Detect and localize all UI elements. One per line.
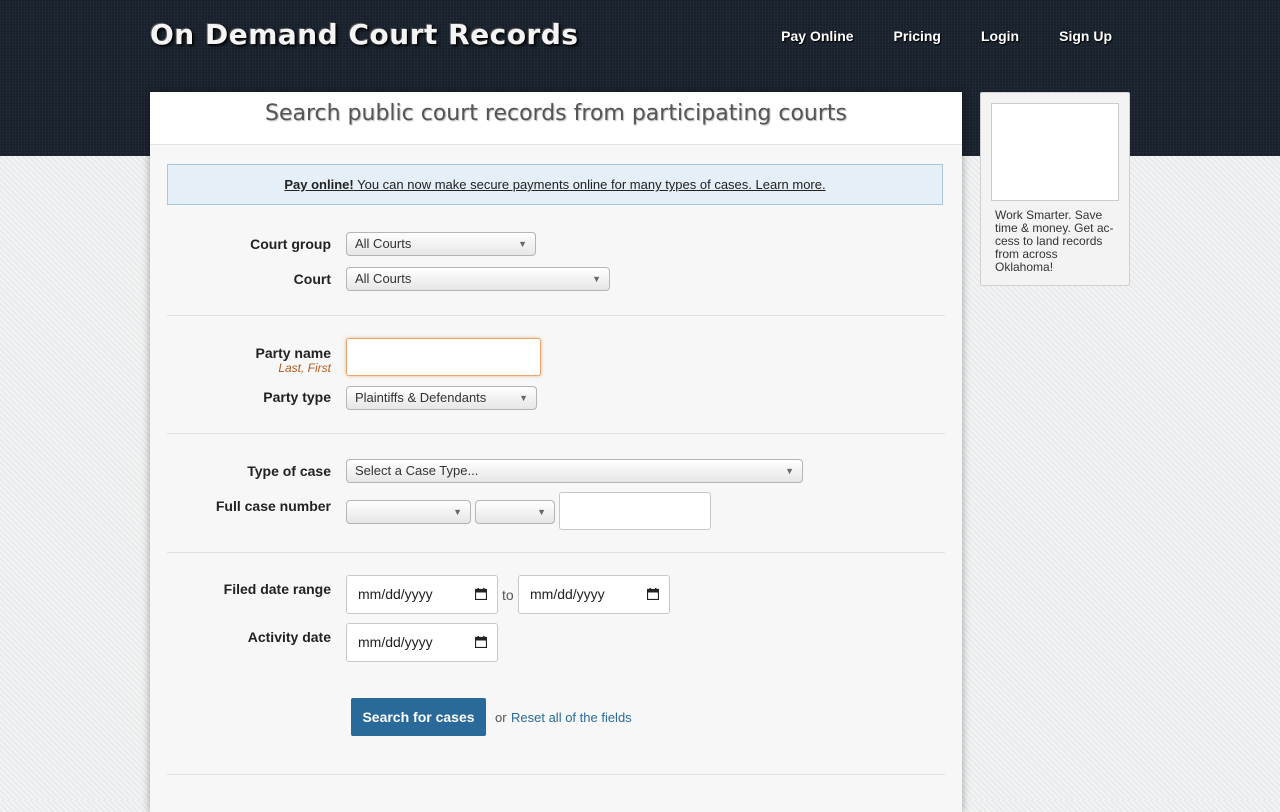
search-button[interactable]: Search for cases: [351, 698, 486, 736]
calendar-icon[interactable]: [647, 588, 659, 600]
party-name-input[interactable]: [346, 338, 541, 376]
party-type-label: Party type: [263, 389, 331, 405]
or-text: or: [495, 710, 507, 725]
search-panel: Search public court records from partici…: [150, 92, 962, 812]
ad-text: Work Smarter. Save time & money. Get ac-…: [995, 208, 1114, 274]
filed-date-label: Filed date range: [223, 581, 331, 597]
chevron-down-icon: ▼: [592, 274, 601, 284]
section-divider: [167, 433, 945, 434]
party-name-hint: Last, First: [278, 361, 331, 375]
party-type-value: Plaintiffs & Defendants: [355, 390, 487, 405]
case-number-label: Full case number: [215, 498, 331, 514]
notice-strong: Pay online!: [284, 177, 354, 192]
filed-date-from-input[interactable]: mm/dd/yyyy: [346, 575, 498, 614]
chevron-down-icon: ▼: [519, 393, 528, 403]
court-group-label: Court group: [250, 236, 331, 252]
court-group-select[interactable]: All Courts ▼: [346, 232, 536, 256]
filed-date-to-value: mm/dd/yyyy: [530, 586, 605, 602]
calendar-icon[interactable]: [475, 588, 487, 600]
party-type-select[interactable]: Plaintiffs & Defendants ▼: [346, 386, 537, 410]
ad-image[interactable]: [991, 103, 1119, 201]
case-number-part1-select[interactable]: ▼: [346, 500, 471, 524]
party-name-label-text: Party name: [255, 345, 331, 361]
party-name-label: Party name Last, First: [150, 345, 331, 375]
case-type-label: Type of case: [247, 463, 331, 479]
case-number-part3-input[interactable]: [559, 492, 711, 530]
date-range-to: to: [502, 587, 514, 603]
nav-sign-up[interactable]: Sign Up: [1059, 28, 1112, 44]
notice-text: You can now make secure payments online …: [353, 177, 826, 192]
chevron-down-icon: ▼: [453, 507, 462, 517]
site-logo[interactable]: On Demand Court Records: [150, 18, 579, 51]
court-value: All Courts: [355, 271, 412, 286]
pay-online-notice: Pay online! You can now make secure paym…: [167, 164, 943, 205]
chevron-down-icon: ▼: [518, 239, 527, 249]
section-divider: [167, 552, 945, 553]
filed-date-from-value: mm/dd/yyyy: [358, 586, 433, 602]
court-select[interactable]: All Courts ▼: [346, 267, 610, 291]
nav-pricing[interactable]: Pricing: [894, 28, 941, 44]
chevron-down-icon: ▼: [785, 466, 794, 476]
case-type-value: Select a Case Type...: [355, 463, 479, 478]
section-divider: [167, 774, 945, 775]
section-divider: [167, 315, 945, 316]
activity-date-label: Activity date: [247, 629, 331, 645]
reset-fields-link[interactable]: Reset all of the fields: [511, 710, 632, 725]
court-label: Court: [293, 271, 331, 287]
activity-date-input[interactable]: mm/dd/yyyy: [346, 623, 498, 662]
pay-online-notice-link[interactable]: Pay online! You can now make secure paym…: [284, 177, 825, 192]
nav-login[interactable]: Login: [981, 28, 1019, 44]
case-type-select[interactable]: Select a Case Type... ▼: [346, 459, 803, 483]
page-title: Search public court records from partici…: [264, 101, 847, 126]
panel-header: Search public court records from partici…: [150, 92, 962, 145]
chevron-down-icon: ▼: [537, 507, 546, 517]
nav-pay-online[interactable]: Pay Online: [781, 28, 853, 44]
top-nav: Pay Online Pricing Login Sign Up: [741, 28, 1112, 44]
activity-date-value: mm/dd/yyyy: [358, 634, 433, 650]
sidebar-ad[interactable]: Work Smarter. Save time & money. Get ac-…: [980, 92, 1130, 286]
case-number-part2-select[interactable]: ▼: [475, 500, 555, 524]
calendar-icon[interactable]: [475, 636, 487, 648]
court-group-value: All Courts: [355, 236, 412, 251]
filed-date-to-input[interactable]: mm/dd/yyyy: [518, 575, 670, 614]
